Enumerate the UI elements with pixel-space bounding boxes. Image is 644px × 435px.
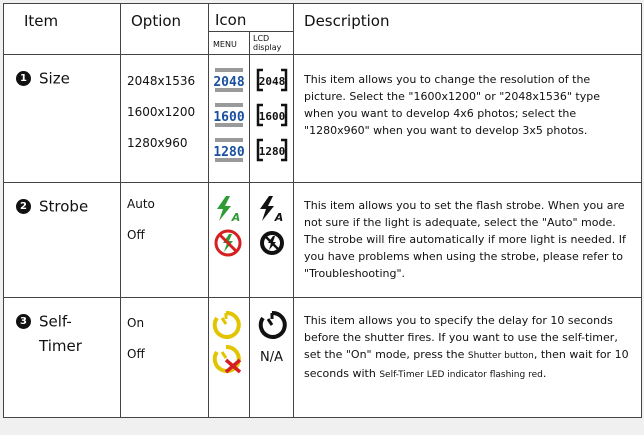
resolution-1280-menu-icon: 1280	[213, 138, 245, 162]
options-self-timer: On Off	[120, 297, 209, 418]
svg-text:A: A	[273, 211, 283, 224]
item-label: Size	[39, 69, 70, 88]
resolution-1600-menu-icon: 1600	[213, 103, 245, 127]
option-value: Off	[127, 228, 145, 242]
lcd-icons-size: 2048 1600 1280	[248, 54, 295, 183]
flash-auto-menu-icon: A	[217, 196, 240, 224]
header-description: Description	[293, 3, 643, 55]
header-lcd: LCD display	[248, 31, 295, 55]
svg-text:2048: 2048	[213, 75, 244, 90]
item-number-badge: 2	[16, 199, 31, 214]
flash-off-menu-icon	[214, 229, 242, 257]
item-size: 1 Size	[3, 54, 121, 183]
timer-on-lcd-icon	[258, 310, 287, 339]
header-menu: MENU	[208, 31, 250, 55]
header-lcd-line2: display	[253, 43, 282, 52]
lcd-icons-self-timer: N/A	[248, 297, 295, 418]
header-option: Option	[120, 3, 209, 55]
resolution-1600-lcd-icon: 1600	[256, 103, 287, 127]
option-value: On	[127, 316, 145, 330]
shutter-button-ref: Shutter button	[467, 351, 534, 361]
lcd-icons-strobe: A	[248, 182, 295, 298]
option-value: Auto	[127, 197, 155, 211]
flash-auto-lcd-icon: A	[259, 196, 283, 224]
manual-page: Item Option Icon Description MENU LCD di…	[0, 0, 644, 435]
svg-text:A: A	[231, 211, 241, 224]
svg-text:1280: 1280	[258, 145, 285, 158]
option-value: 1600x1200	[127, 105, 196, 119]
svg-text:1600: 1600	[213, 110, 244, 125]
settings-table: Item Option Icon Description MENU LCD di…	[3, 3, 643, 418]
resolution-lcd-icons: 2048 1600 1280	[256, 68, 287, 162]
header-lcd-line1: LCD	[253, 34, 270, 43]
option-value: 1280x960	[127, 136, 188, 150]
table-row-size: 1 Size 2048x1536 1600x1200 1280x960 2048 …	[3, 54, 643, 183]
header-icon: Icon	[207, 3, 295, 32]
strobe-lcd-icons: A	[259, 196, 284, 255]
strobe-menu-icons: A	[214, 196, 242, 257]
menu-icons-strobe: A	[208, 182, 250, 298]
table-row-self-timer: 3 Self- Timer On Off N/A This item allow…	[3, 297, 643, 418]
option-value: 2048x1536	[127, 74, 196, 88]
resolution-2048-lcd-icon: 2048	[256, 68, 287, 92]
svg-text:1600: 1600	[258, 110, 285, 123]
item-label-line1: Self-	[39, 312, 72, 331]
svg-text:1280: 1280	[213, 145, 244, 160]
item-label: Strobe	[39, 197, 89, 216]
lcd-not-available: N/A	[260, 350, 283, 365]
item-self-timer: 3 Self- Timer	[3, 297, 121, 418]
timer-led-ref: Self-Timer LED indicator flashing red	[379, 370, 543, 380]
resolution-menu-icons: 2048 1600 1280	[213, 68, 245, 162]
svg-text:2048: 2048	[258, 75, 285, 88]
timer-off-menu-icon	[212, 344, 242, 374]
description-self-timer: This item allows you to specify the dela…	[293, 297, 643, 418]
options-strobe: Auto Off	[120, 182, 209, 298]
item-number-badge: 1	[16, 71, 31, 86]
self-timer-menu-icons	[212, 310, 242, 374]
item-label-line2: Timer	[39, 336, 82, 355]
options-size: 2048x1536 1600x1200 1280x960	[120, 54, 209, 183]
item-number-badge: 3	[16, 314, 31, 329]
option-value: Off	[127, 347, 145, 361]
flash-off-lcd-icon	[259, 231, 284, 255]
description-size: This item allows you to change the resol…	[293, 54, 643, 183]
resolution-1280-lcd-icon: 1280	[256, 138, 287, 162]
resolution-2048-menu-icon: 2048	[213, 68, 245, 92]
header-item: Item	[3, 3, 121, 55]
menu-icons-self-timer	[208, 297, 250, 418]
item-strobe: 2 Strobe	[3, 182, 121, 298]
table-row-strobe: 2 Strobe Auto Off A A This item allows y…	[3, 182, 643, 298]
header-row: Item Option Icon Description	[3, 3, 643, 55]
timer-on-menu-icon	[212, 310, 241, 339]
description-strobe: This item allows you to set the flash st…	[293, 182, 643, 298]
menu-icons-size: 2048 1600 1280	[208, 54, 250, 183]
